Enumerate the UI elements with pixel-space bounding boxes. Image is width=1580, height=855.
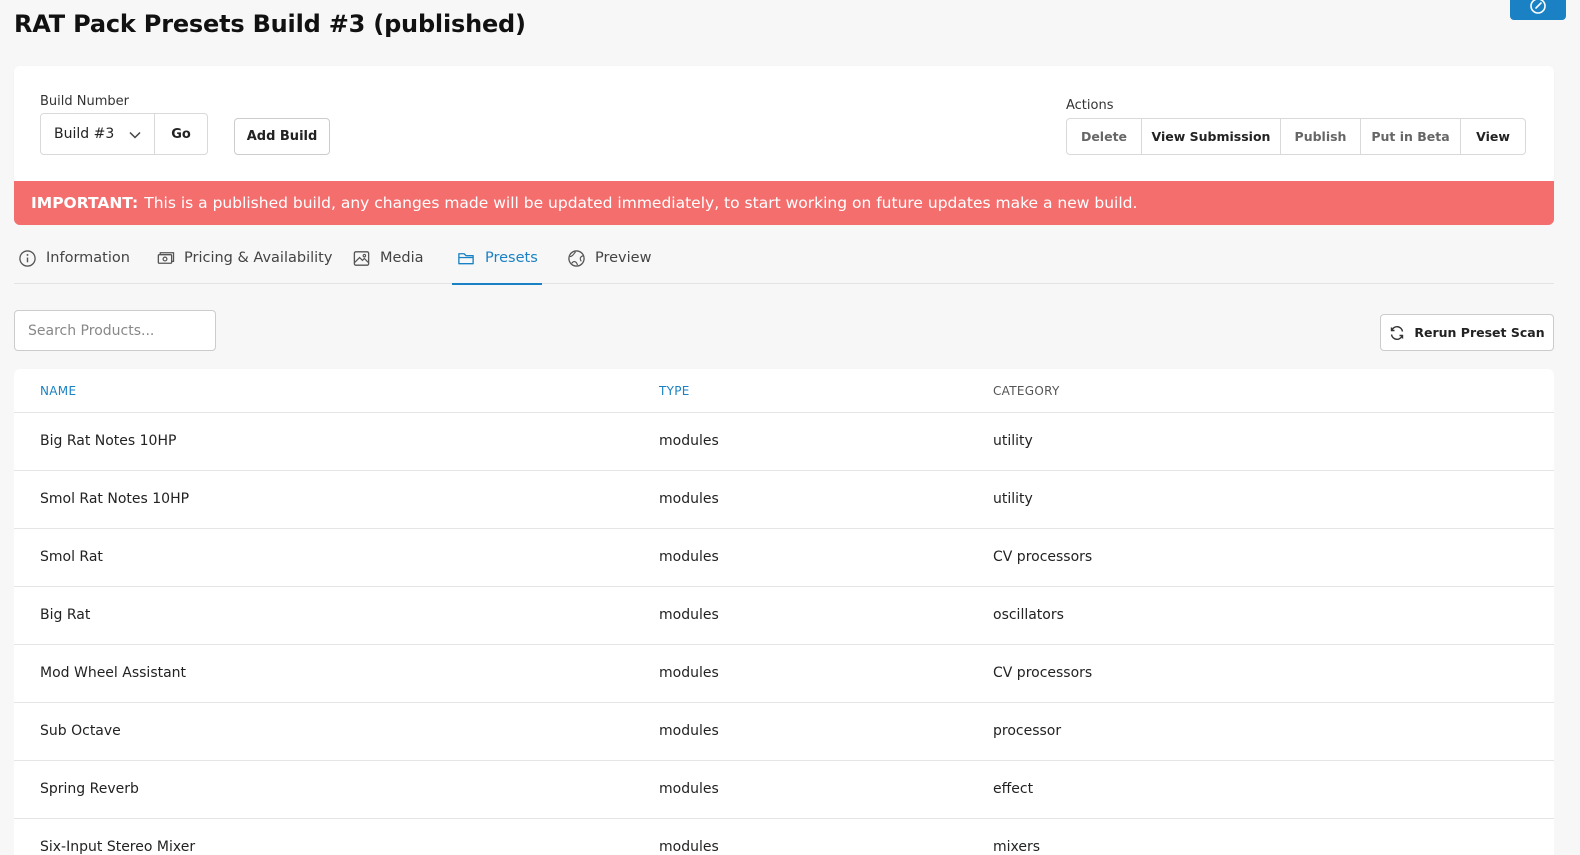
cell-type: modules [659, 839, 719, 855]
cell-type: modules [659, 491, 719, 507]
presets-table: NAME TYPE CATEGORY Big Rat Notes 10HP mo… [14, 369, 1554, 855]
cell-category: effect [993, 781, 1034, 797]
cell-type: modules [659, 549, 719, 565]
tab-pricing[interactable]: Pricing & Availability [155, 232, 332, 284]
alert-text: This is a published build, any changes m… [144, 194, 1138, 212]
cell-name: Six-Input Stereo Mixer [40, 839, 196, 855]
table-row[interactable]: Spring Reverb modules effect [14, 761, 1554, 819]
cell-category: oscillators [993, 607, 1064, 623]
cell-category: mixers [993, 839, 1041, 855]
cash-icon [157, 251, 175, 264]
image-icon [353, 250, 370, 266]
cell-type: modules [659, 433, 719, 449]
put-in-beta-button[interactable]: Put in Beta [1361, 119, 1461, 154]
tab-preview-label: Preview [595, 250, 652, 266]
cell-category: CV processors [993, 549, 1093, 565]
cell-name: Big Rat Notes 10HP [40, 433, 177, 449]
search-input[interactable] [14, 310, 216, 351]
info-icon [19, 249, 36, 267]
cell-type: modules [659, 665, 719, 681]
build-card: Build Number Build #3 Go Add Build Actio… [14, 66, 1554, 181]
cell-name: Sub Octave [40, 723, 121, 739]
alert-strong: IMPORTANT: [31, 194, 139, 212]
view-button[interactable]: View [1461, 119, 1525, 154]
tab-information-label: Information [46, 250, 130, 266]
table-row[interactable]: Smol Rat Notes 10HP modules utility [14, 471, 1554, 529]
rerun-label: Rerun Preset Scan [1414, 325, 1545, 340]
go-button[interactable]: Go [155, 114, 207, 154]
cell-name: Spring Reverb [40, 781, 139, 797]
tab-presets-label: Presets [485, 250, 538, 266]
tab-presets[interactable]: Presets [452, 232, 542, 285]
cell-category: utility [993, 491, 1033, 507]
important-alert: IMPORTANT: This is a published build, an… [14, 181, 1554, 225]
cell-name: Mod Wheel Assistant [40, 665, 187, 681]
build-number-label: Build Number [40, 94, 129, 109]
actions-button-group: Delete View Submission Publish Put in Be… [1066, 118, 1526, 155]
delete-button[interactable]: Delete [1067, 119, 1142, 154]
publish-button[interactable]: Publish [1281, 119, 1361, 154]
cell-category: CV processors [993, 665, 1093, 681]
cell-name: Big Rat [40, 607, 91, 623]
build-select[interactable]: Build #3 [41, 114, 155, 154]
tab-preview[interactable]: Preview [567, 232, 651, 284]
tab-bar: Information Pricing & Availability Media… [14, 232, 1554, 285]
column-header-type[interactable]: TYPE [659, 384, 690, 398]
table-row[interactable]: Smol Rat modules CV processors [14, 529, 1554, 587]
cell-name: Smol Rat Notes 10HP [40, 491, 190, 507]
table-header: NAME TYPE CATEGORY [14, 369, 1554, 413]
tab-media-label: Media [380, 250, 424, 266]
table-row[interactable]: Six-Input Stereo Mixer modules mixers [14, 819, 1554, 855]
globe-icon [568, 249, 585, 267]
rerun-preset-scan-button[interactable]: Rerun Preset Scan [1380, 314, 1554, 351]
cell-type: modules [659, 781, 719, 797]
cell-type: modules [659, 607, 719, 623]
column-header-name[interactable]: NAME [40, 384, 76, 398]
build-select-value: Build #3 [54, 126, 115, 142]
table-row[interactable]: Big Rat Notes 10HP modules utility [14, 413, 1554, 471]
refresh-icon [1391, 325, 1404, 340]
cell-category: utility [993, 433, 1033, 449]
tab-pricing-label: Pricing & Availability [184, 250, 333, 266]
chevron-down-icon [129, 131, 141, 139]
column-header-category[interactable]: CATEGORY [993, 384, 1060, 398]
table-row[interactable]: Big Rat modules oscillators [14, 587, 1554, 645]
table-row[interactable]: Sub Octave modules processor [14, 703, 1554, 761]
cell-category: processor [993, 723, 1062, 739]
build-select-group: Build #3 Go [40, 113, 208, 155]
view-submission-button[interactable]: View Submission [1142, 119, 1281, 154]
actions-label: Actions [1066, 98, 1114, 113]
tab-media[interactable]: Media [352, 232, 424, 284]
cell-name: Smol Rat [40, 549, 103, 565]
compass-icon [1530, 0, 1546, 14]
tab-information[interactable]: Information [18, 232, 130, 284]
add-build-button[interactable]: Add Build [234, 118, 330, 155]
table-row[interactable]: Mod Wheel Assistant modules CV processor… [14, 645, 1554, 703]
cell-type: modules [659, 723, 719, 739]
corner-edit-button[interactable] [1510, 0, 1566, 20]
folder-icon [458, 252, 474, 264]
page-title: RAT Pack Presets Build #3 (published) [14, 10, 526, 38]
